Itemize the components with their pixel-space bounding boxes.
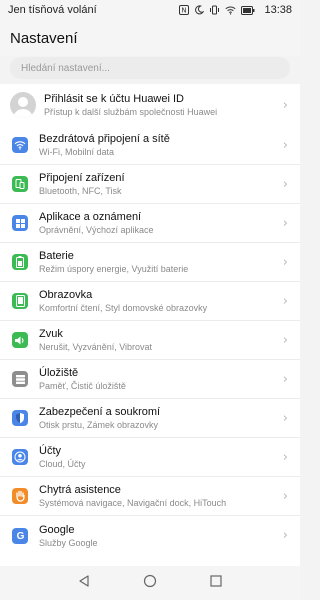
hand-icon bbox=[12, 488, 28, 504]
settings-item-smart-assistance[interactable]: Chytrá asistence Systémová navigace, Nav… bbox=[0, 477, 300, 516]
wifi-icon bbox=[225, 5, 237, 15]
item-subtitle: Cloud, Účty bbox=[39, 459, 86, 469]
item-label: Bezdrátová připojení a sítě bbox=[39, 133, 170, 145]
item-subtitle: Paměť, Čistič úložiště bbox=[39, 381, 126, 391]
home-icon[interactable] bbox=[143, 574, 157, 593]
chevron-right-icon: › bbox=[282, 176, 288, 192]
back-icon[interactable] bbox=[77, 574, 91, 593]
moon-icon bbox=[194, 5, 205, 15]
item-label: Google bbox=[39, 523, 75, 536]
settings-item-wireless[interactable]: Bezdrátová připojení a sítě Wi-Fi, Mobil… bbox=[0, 126, 300, 165]
item-subtitle: Systémová navigace, Navigační dock, HiTo… bbox=[39, 498, 227, 508]
chevron-right-icon: › bbox=[282, 528, 288, 543]
chevron-right-icon: › bbox=[282, 293, 288, 309]
display-icon bbox=[12, 293, 28, 309]
battery-icon bbox=[12, 254, 28, 270]
clock: 13:38 bbox=[264, 4, 292, 16]
item-label: Zvuk bbox=[39, 328, 63, 340]
item-subtitle: Otisk prstu, Zámek obrazovky bbox=[39, 420, 159, 430]
item-label: Obrazovka bbox=[39, 289, 93, 301]
status-icons: N 13:38 bbox=[179, 4, 292, 16]
apps-icon bbox=[12, 215, 28, 231]
item-subtitle: Služby Google bbox=[39, 537, 98, 548]
carrier-text: Jen tísňová volání bbox=[8, 4, 97, 16]
svg-text:G: G bbox=[16, 531, 24, 541]
chevron-right-icon: › bbox=[282, 371, 288, 387]
account-title: Přihlásit se k účtu Huawei ID bbox=[44, 93, 184, 105]
item-label: Aplikace a oznámení bbox=[39, 211, 142, 223]
shield-icon bbox=[12, 410, 28, 426]
settings-item-storage[interactable]: Úložiště Paměť, Čistič úložiště › bbox=[0, 360, 300, 399]
recents-icon[interactable] bbox=[209, 574, 223, 593]
search-placeholder: Hledání nastavení... bbox=[21, 62, 110, 74]
account-subtitle: Přístup k další službám společnosti Huaw… bbox=[44, 107, 218, 117]
sound-icon bbox=[12, 332, 28, 348]
item-label: Baterie bbox=[39, 250, 74, 262]
settings-item-google[interactable]: G Google Služby Google › bbox=[0, 516, 300, 555]
chevron-right-icon: › bbox=[282, 332, 288, 348]
nfc-icon: N bbox=[179, 5, 190, 15]
item-subtitle: Režim úspory energie, Využití baterie bbox=[39, 264, 189, 274]
item-label: Účty bbox=[39, 445, 61, 457]
vibrate-icon bbox=[209, 5, 220, 15]
settings-item-sound[interactable]: Zvuk Nerušit, Vyzvánění, Vibrovat › bbox=[0, 321, 300, 360]
account-icon bbox=[12, 449, 28, 465]
device-connection-icon bbox=[12, 176, 28, 192]
settings-item-device-connection[interactable]: Připojení zařízení Bluetooth, NFC, Tisk … bbox=[0, 165, 300, 204]
huawei-id-login[interactable]: Přihlásit se k účtu Huawei ID Přístup k … bbox=[0, 84, 300, 126]
settings-item-display[interactable]: Obrazovka Komfortní čtení, Styl domovské… bbox=[0, 282, 300, 321]
item-subtitle: Bluetooth, NFC, Tisk bbox=[39, 186, 122, 196]
chevron-right-icon: › bbox=[282, 410, 288, 426]
wifi-icon bbox=[12, 137, 28, 153]
navigation-bar bbox=[0, 566, 300, 600]
google-icon: G bbox=[12, 527, 28, 544]
item-subtitle: Oprávnění, Výchozí aplikace bbox=[39, 225, 154, 235]
avatar bbox=[10, 92, 36, 118]
item-subtitle: Wi-Fi, Mobilní data bbox=[39, 147, 115, 157]
settings-item-battery[interactable]: Baterie Režim úspory energie, Využití ba… bbox=[0, 243, 300, 282]
storage-icon bbox=[12, 371, 28, 387]
chevron-right-icon: › bbox=[282, 215, 288, 231]
settings-list: Bezdrátová připojení a sítě Wi-Fi, Mobil… bbox=[0, 126, 300, 568]
settings-item-accounts[interactable]: Účty Cloud, Účty › bbox=[0, 438, 300, 477]
chevron-right-icon: › bbox=[282, 137, 288, 153]
app-header: Nastavení bbox=[0, 20, 300, 56]
chevron-right-icon: › bbox=[282, 449, 288, 465]
item-subtitle: Komfortní čtení, Styl domovské obrazovky bbox=[39, 303, 208, 313]
settings-item-apps[interactable]: Aplikace a oznámení Oprávnění, Výchozí a… bbox=[0, 204, 300, 243]
item-label: Chytrá asistence bbox=[39, 484, 121, 496]
item-subtitle: Nerušit, Vyzvánění, Vibrovat bbox=[39, 342, 153, 352]
battery-icon bbox=[241, 5, 255, 15]
item-label: Zabezpečení a soukromí bbox=[39, 406, 161, 418]
settings-item-security[interactable]: Zabezpečení a soukromí Otisk prstu, Záme… bbox=[0, 399, 300, 438]
chevron-right-icon: › bbox=[282, 97, 288, 113]
item-label: Připojení zařízení bbox=[39, 172, 125, 184]
page-title: Nastavení bbox=[10, 29, 78, 47]
chevron-right-icon: › bbox=[282, 254, 288, 270]
item-label: Úložiště bbox=[39, 367, 79, 379]
search-input[interactable]: Hledání nastavení... bbox=[10, 57, 290, 79]
svg-text:N: N bbox=[182, 7, 187, 15]
chevron-right-icon: › bbox=[282, 488, 288, 504]
status-bar: Jen tísňová volání N 13:38 bbox=[0, 0, 300, 20]
